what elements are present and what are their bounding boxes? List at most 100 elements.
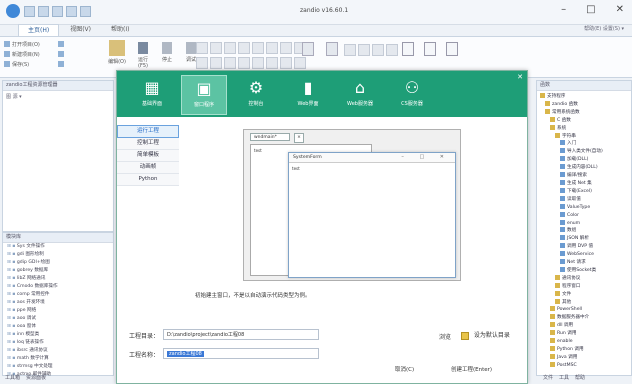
ribbon-right-menu[interactable]: 帮助(E) 设置(S) ▾ — [584, 25, 624, 32]
format-tool-icon[interactable] — [210, 42, 222, 54]
redo-icon[interactable] — [80, 6, 91, 17]
close-button[interactable]: ✕ — [616, 4, 624, 15]
run-button[interactable]: 运行(F5) — [134, 40, 152, 70]
function-tree-item[interactable]: dll 调用 — [537, 322, 631, 330]
new-icon[interactable] — [24, 6, 35, 17]
function-tree-item[interactable]: 下载(Excel) — [537, 187, 631, 196]
module-tree-item[interactable]: aos 开发环境 — [3, 299, 113, 307]
function-tree-item[interactable]: Net 请求 — [537, 259, 631, 267]
function-tree-item[interactable]: Run 调用 — [537, 330, 631, 338]
function-tree-item[interactable]: Color — [537, 211, 631, 220]
function-tree-item[interactable]: 入门 — [537, 140, 631, 148]
module-tree-item[interactable]: aoo 调试 — [3, 315, 113, 323]
format-tool-icon[interactable] — [280, 57, 292, 69]
new-project-button[interactable]: 新建项目(N) — [4, 50, 54, 58]
module-tree-item[interactable]: ooa 窗体 — [3, 323, 113, 331]
format-tool-icon[interactable] — [238, 42, 250, 54]
side-menu-item[interactable]: 运行工程 — [117, 125, 179, 138]
default-dir-checkbox[interactable]: 设为默认目录 — [461, 330, 510, 340]
module-tree-item[interactable]: inn 模型类 — [3, 331, 113, 339]
align-tool-icon[interactable] — [386, 44, 398, 56]
side-menu-item[interactable]: 动画帧 — [117, 162, 179, 174]
format-tool-icon[interactable] — [252, 42, 264, 54]
project-name-input[interactable]: zandio工程08 — [163, 348, 319, 359]
project-explorer-toolbar[interactable]: 图 源 ▾ — [3, 91, 113, 102]
function-tree-item[interactable]: Java 调用 — [537, 353, 631, 362]
maximize-button[interactable]: □ — [586, 4, 595, 15]
function-tree-item[interactable]: 编译/搜索 — [537, 172, 631, 180]
function-tree-item[interactable]: WebService — [537, 251, 631, 259]
format-tool-icon[interactable] — [280, 42, 292, 54]
format-tool-icon[interactable] — [210, 57, 222, 69]
open-icon[interactable] — [38, 6, 49, 17]
function-tree-item[interactable]: 程序窗口 — [537, 282, 631, 291]
function-tree-item[interactable]: 调用 DVP 值 — [537, 243, 631, 251]
function-tree-item[interactable]: enum — [537, 219, 631, 228]
dialog-close-button[interactable]: ✕ — [517, 73, 523, 81]
side-menu-item[interactable]: Python — [117, 174, 179, 186]
ribbon-edit-button-2[interactable] — [58, 50, 102, 58]
side-menu-item[interactable]: 控制工程 — [117, 138, 179, 150]
tab-help[interactable]: 帮助(I) — [102, 24, 138, 35]
template-type-window[interactable]: ▣ 窗口程序 — [181, 75, 227, 115]
function-tree-item[interactable]: PostMSC — [537, 361, 631, 370]
format-tool-icon[interactable] — [238, 57, 250, 69]
module-tree-item[interactable]: ppe 网络 — [3, 307, 113, 315]
function-tree-item[interactable]: Python 调用 — [537, 346, 631, 354]
tab-help-panel[interactable]: 帮助 — [575, 374, 585, 381]
function-tree-item[interactable]: 系统 — [537, 124, 631, 133]
module-tree-item[interactable]: ibsrc 通讯协议 — [3, 347, 113, 355]
template-type-bar-chart[interactable]: ▮ Web界面 — [285, 75, 331, 115]
open-project-button[interactable]: 打开项目(O) — [4, 40, 54, 48]
function-tree-item[interactable]: 通讯协议 — [537, 274, 631, 283]
side-menu-item[interactable]: 简单模板 — [117, 150, 179, 162]
function-tree-item[interactable]: 生成内容(DLL) — [537, 164, 631, 172]
module-tree-item[interactable]: math 数学计算 — [3, 355, 113, 363]
format-tool-icon[interactable] — [196, 57, 208, 69]
function-tree-item[interactable]: 使用Socket类 — [537, 266, 631, 275]
minimize-button[interactable]: – — [561, 4, 566, 15]
tab-tools[interactable]: 工具 — [559, 374, 569, 381]
module-tree-item[interactable]: Sys 文件操作 — [3, 243, 113, 251]
align-tool-icon[interactable] — [344, 44, 356, 56]
module-tree-item[interactable]: strmsg 中文处理 — [3, 363, 113, 371]
stop-button[interactable]: 停止 — [158, 40, 176, 70]
format-tool-icon[interactable] — [196, 42, 208, 54]
window-button-3[interactable] — [444, 40, 460, 68]
format-tool-icon[interactable] — [224, 42, 236, 54]
tab-home[interactable]: 主页(H) — [18, 24, 60, 36]
project-dir-input[interactable]: D:\zandio\project\zandio工程08 — [163, 329, 319, 340]
function-tree-item[interactable]: 加载(DLL) — [537, 156, 631, 164]
tab-toolbox[interactable]: 工具箱 — [5, 374, 20, 381]
module-tree-item[interactable]: comp 常用控件 — [3, 291, 113, 299]
module-tree-item[interactable]: gdip GDI+绘图 — [3, 259, 113, 267]
function-tree-item[interactable]: 常用系统函数 — [537, 108, 631, 117]
format-tool-icon[interactable] — [266, 57, 278, 69]
create-project-button[interactable]: 创建工程(Enter) — [451, 365, 492, 373]
function-tree-item[interactable]: ValueType — [537, 203, 631, 212]
layout-button-1[interactable] — [300, 40, 316, 68]
layout-button-2[interactable] — [324, 40, 340, 68]
window-button-1[interactable] — [400, 40, 416, 68]
module-tree-item[interactable]: Cmodo 数据库操作 — [3, 283, 113, 291]
function-tree-item[interactable]: 数据服务器中介 — [537, 314, 631, 322]
window-button-2[interactable] — [422, 40, 438, 68]
function-tree-item[interactable]: zandio 函数 — [537, 100, 631, 109]
cancel-button[interactable]: 取消(C) — [395, 365, 414, 373]
undo-icon[interactable] — [66, 6, 77, 17]
function-tree-item[interactable]: 其他 — [537, 298, 631, 307]
template-type-home[interactable]: ⌂ Web服务器 — [337, 75, 383, 115]
template-type-gears[interactable]: ⚙ 控制台 — [233, 75, 279, 115]
module-tree-item[interactable]: libZ 网络通讯 — [3, 275, 113, 283]
save-project-button[interactable]: 保存(S) — [4, 60, 54, 68]
function-tree-item[interactable]: 支持程序 — [537, 93, 631, 101]
function-tree-item[interactable]: 字符串 — [537, 132, 631, 141]
function-tree-item[interactable]: JSON 解析 — [537, 235, 631, 243]
function-tree-item[interactable]: 文件 — [537, 290, 631, 299]
align-tool-icon[interactable] — [358, 44, 370, 56]
ribbon-edit-button-1[interactable] — [58, 40, 102, 48]
function-tree-item[interactable]: C 函数 — [537, 116, 631, 125]
format-tool-icon[interactable] — [266, 42, 278, 54]
template-type-network[interactable]: ⚇ CS服务器 — [389, 75, 435, 115]
app-logo-icon[interactable] — [6, 4, 20, 18]
